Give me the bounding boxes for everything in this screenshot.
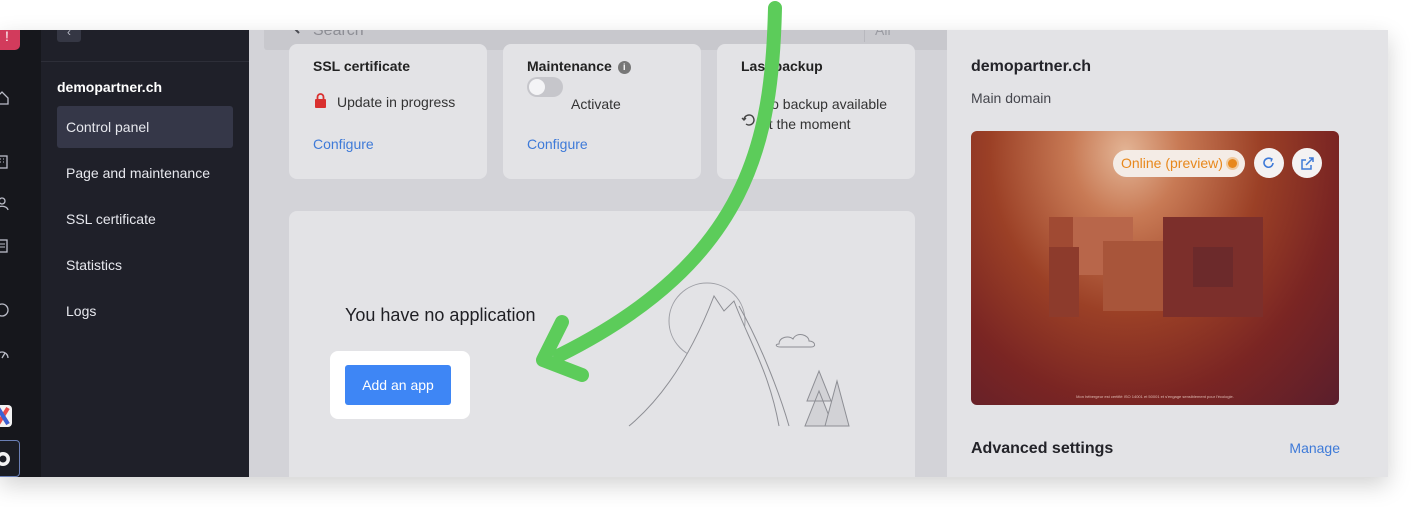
domain-panel: demopartner.ch Main domain Online (previ…: [947, 30, 1388, 477]
site-preview-image[interactable]: Online (preview) Mon hébergeur est certi…: [971, 131, 1339, 405]
backup-card: Last backup No backup available at the m…: [717, 44, 915, 179]
maintenance-card-title: Maintenance i: [527, 58, 631, 74]
refresh-button[interactable]: [1254, 148, 1284, 178]
search-icon: [294, 30, 300, 34]
pixelation-block: [1103, 241, 1163, 311]
empty-state-title: You have no application: [345, 305, 536, 325]
sidebar-item-statistics[interactable]: Statistics: [57, 244, 233, 286]
add-app-highlight: Add an app: [330, 351, 470, 419]
chevron-left-icon[interactable]: ‹: [57, 30, 81, 42]
ssl-configure-link[interactable]: Configure: [313, 136, 374, 152]
add-app-button[interactable]: Add an app: [345, 365, 451, 405]
maintenance-configure-link[interactable]: Configure: [527, 136, 588, 152]
maintenance-toggle-label: Activate: [571, 96, 621, 112]
lock-icon: [315, 93, 326, 108]
info-icon[interactable]: i: [617, 61, 631, 74]
gauge-icon[interactable]: [0, 346, 10, 362]
preview-caption: Mon hébergeur est certifié ISO 14001 et …: [1076, 394, 1234, 399]
sidebar-item-page-maintenance[interactable]: Page and maintenance: [57, 152, 233, 194]
status-dot-icon: [1227, 159, 1237, 168]
mountain-illustration: [628, 282, 850, 427]
applications-card: You have no application Add an app: [289, 211, 915, 477]
app-shortcut-icon[interactable]: [0, 440, 20, 477]
sidebar-item-logs[interactable]: Logs: [57, 290, 233, 332]
toggle-knob: [529, 79, 545, 95]
manage-link[interactable]: Manage: [1289, 440, 1340, 456]
main-content: All SSL certificate Update in progress C…: [249, 30, 1388, 477]
home-icon[interactable]: [0, 90, 10, 106]
status-text: Online (preview): [1121, 155, 1223, 171]
domain-subtitle: Main domain: [971, 90, 1052, 106]
sidebar: ‹ demopartner.ch Control panel Page and …: [41, 30, 249, 477]
support-icon[interactable]: [0, 302, 10, 318]
pixelation-block: [1049, 247, 1079, 317]
users-icon[interactable]: [0, 196, 10, 212]
open-external-button[interactable]: [1292, 148, 1322, 178]
maintenance-title-text: Maintenance: [527, 58, 612, 74]
history-icon: [741, 114, 755, 126]
refresh-icon: [1263, 157, 1274, 169]
building-icon[interactable]: [0, 154, 10, 170]
maintenance-toggle[interactable]: [527, 77, 563, 97]
app-shortcut-icon[interactable]: [0, 405, 12, 427]
backup-card-title: Last backup: [741, 58, 823, 74]
pixelation-block: [1193, 247, 1233, 287]
app-window: ! ‹ demopartner.ch Control panel Page an…: [0, 30, 1388, 477]
ssl-card: SSL certificate Update in progress Confi…: [289, 44, 487, 179]
advanced-settings-title: Advanced settings: [971, 440, 1114, 457]
sidebar-item-control-panel[interactable]: Control panel: [57, 106, 233, 148]
search-input[interactable]: [313, 30, 853, 40]
status-badge: Online (preview): [1113, 150, 1245, 177]
billing-icon[interactable]: [0, 238, 10, 254]
search-scope-value: All: [875, 30, 891, 38]
ssl-card-title: SSL certificate: [313, 58, 411, 74]
sidebar-site-name: demopartner.ch: [57, 79, 163, 95]
sidebar-header: ‹: [41, 30, 249, 62]
brand-logo[interactable]: !: [0, 30, 20, 50]
sidebar-item-ssl-certificate[interactable]: SSL certificate: [57, 198, 233, 240]
backup-status: No backup available at the moment: [761, 96, 888, 132]
ssl-status: Update in progress: [337, 94, 456, 110]
domain-name: demopartner.ch: [971, 58, 1092, 75]
external-link-icon: [1301, 157, 1314, 170]
maintenance-card: Maintenance i Activate Configure: [503, 44, 701, 179]
icon-rail: !: [0, 30, 41, 477]
